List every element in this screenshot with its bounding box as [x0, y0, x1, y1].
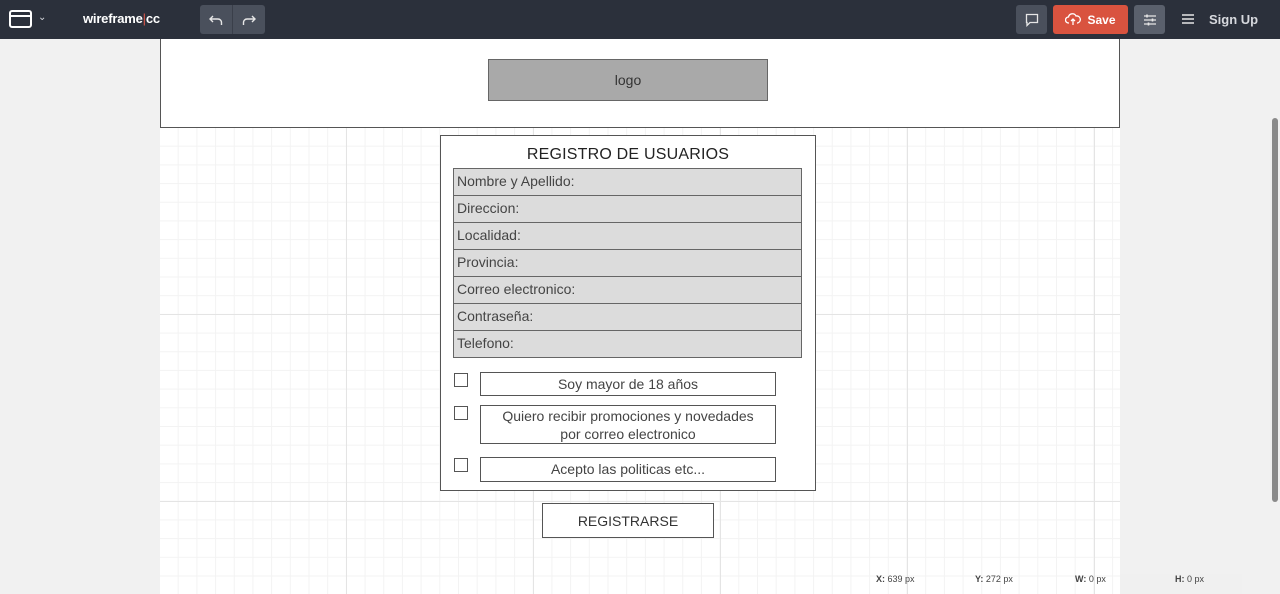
app-logo[interactable]: wireframe|cc	[83, 11, 160, 26]
brand-name: wireframe	[83, 11, 143, 26]
signup-link[interactable]: Sign Up	[1209, 12, 1258, 27]
comment-button[interactable]	[1016, 5, 1047, 34]
cloud-upload-icon	[1065, 13, 1082, 25]
field-nombre[interactable]: Nombre y Apellido:	[453, 168, 802, 196]
checkbox-label-text: Soy mayor de 18 años	[557, 376, 699, 392]
checkbox-promociones[interactable]	[454, 406, 468, 420]
scrollbar-thumb[interactable]	[1272, 118, 1278, 502]
save-label: Save	[1087, 12, 1116, 27]
undo-button[interactable]	[200, 5, 232, 34]
checkbox-politicas[interactable]	[454, 458, 468, 472]
checkbox-label[interactable]: Soy mayor de 18 años	[480, 372, 776, 396]
checkbox-label-line1: Quiero recibir promociones y novedades	[502, 408, 754, 424]
status-y: Y: 272 px	[975, 574, 1013, 594]
status-y-label: Y:	[975, 574, 984, 584]
field-contrasena[interactable]: Contraseña:	[453, 303, 802, 331]
save-button[interactable]: Save	[1053, 5, 1128, 34]
checkbox-label-text: Acepto las politicas etc...	[550, 461, 706, 477]
field-correo[interactable]: Correo electronico:	[453, 276, 802, 304]
field-telefono[interactable]: Telefono:	[453, 330, 802, 358]
status-w-label: W:	[1075, 574, 1087, 584]
brand-suffix: cc	[145, 11, 160, 26]
undo-icon	[209, 15, 223, 25]
field-direccion[interactable]: Direccion:	[453, 195, 802, 223]
redo-icon	[242, 15, 256, 25]
checkbox-label[interactable]: Acepto las politicas etc...	[480, 457, 776, 482]
field-provincia[interactable]: Provincia:	[453, 249, 802, 277]
status-w-value: 0 px	[1088, 574, 1106, 584]
redo-button[interactable]	[232, 5, 264, 34]
sliders-icon	[1143, 14, 1156, 25]
field-localidad[interactable]: Localidad:	[453, 222, 802, 250]
checkbox-mayor-edad[interactable]	[454, 373, 468, 387]
status-y-value: 272 px	[985, 574, 1013, 584]
logo-placeholder[interactable]: logo	[488, 59, 768, 101]
comment-icon	[1025, 13, 1038, 27]
status-h-value: 0 px	[1187, 574, 1205, 584]
top-toolbar: ⌄ wireframe|cc Save Sign Up	[0, 0, 1280, 39]
hamburger-menu-icon[interactable]	[1181, 12, 1195, 26]
status-w: W: 0 px	[1075, 574, 1106, 594]
registration-form[interactable]: REGISTRO DE USUARIOS Nombre y Apellido: …	[440, 135, 816, 491]
checkbox-label[interactable]: Quiero recibir promociones y novedades p…	[480, 405, 776, 444]
form-title: REGISTRO DE USUARIOS	[526, 146, 730, 163]
settings-button[interactable]	[1134, 5, 1165, 34]
status-x-label: X:	[876, 574, 885, 584]
status-h: H: 0 px	[1175, 574, 1204, 594]
status-h-label: H:	[1175, 574, 1185, 584]
checkbox-label-line2: por correo electronico	[560, 426, 696, 442]
browser-window-icon[interactable]	[9, 10, 32, 28]
undo-redo-group	[200, 5, 265, 34]
chevron-down-icon[interactable]: ⌄	[38, 12, 46, 23]
register-button[interactable]: REGISTRARSE	[542, 503, 714, 538]
status-x: X: 639 px	[876, 574, 915, 594]
status-x-value: 639 px	[887, 574, 915, 584]
